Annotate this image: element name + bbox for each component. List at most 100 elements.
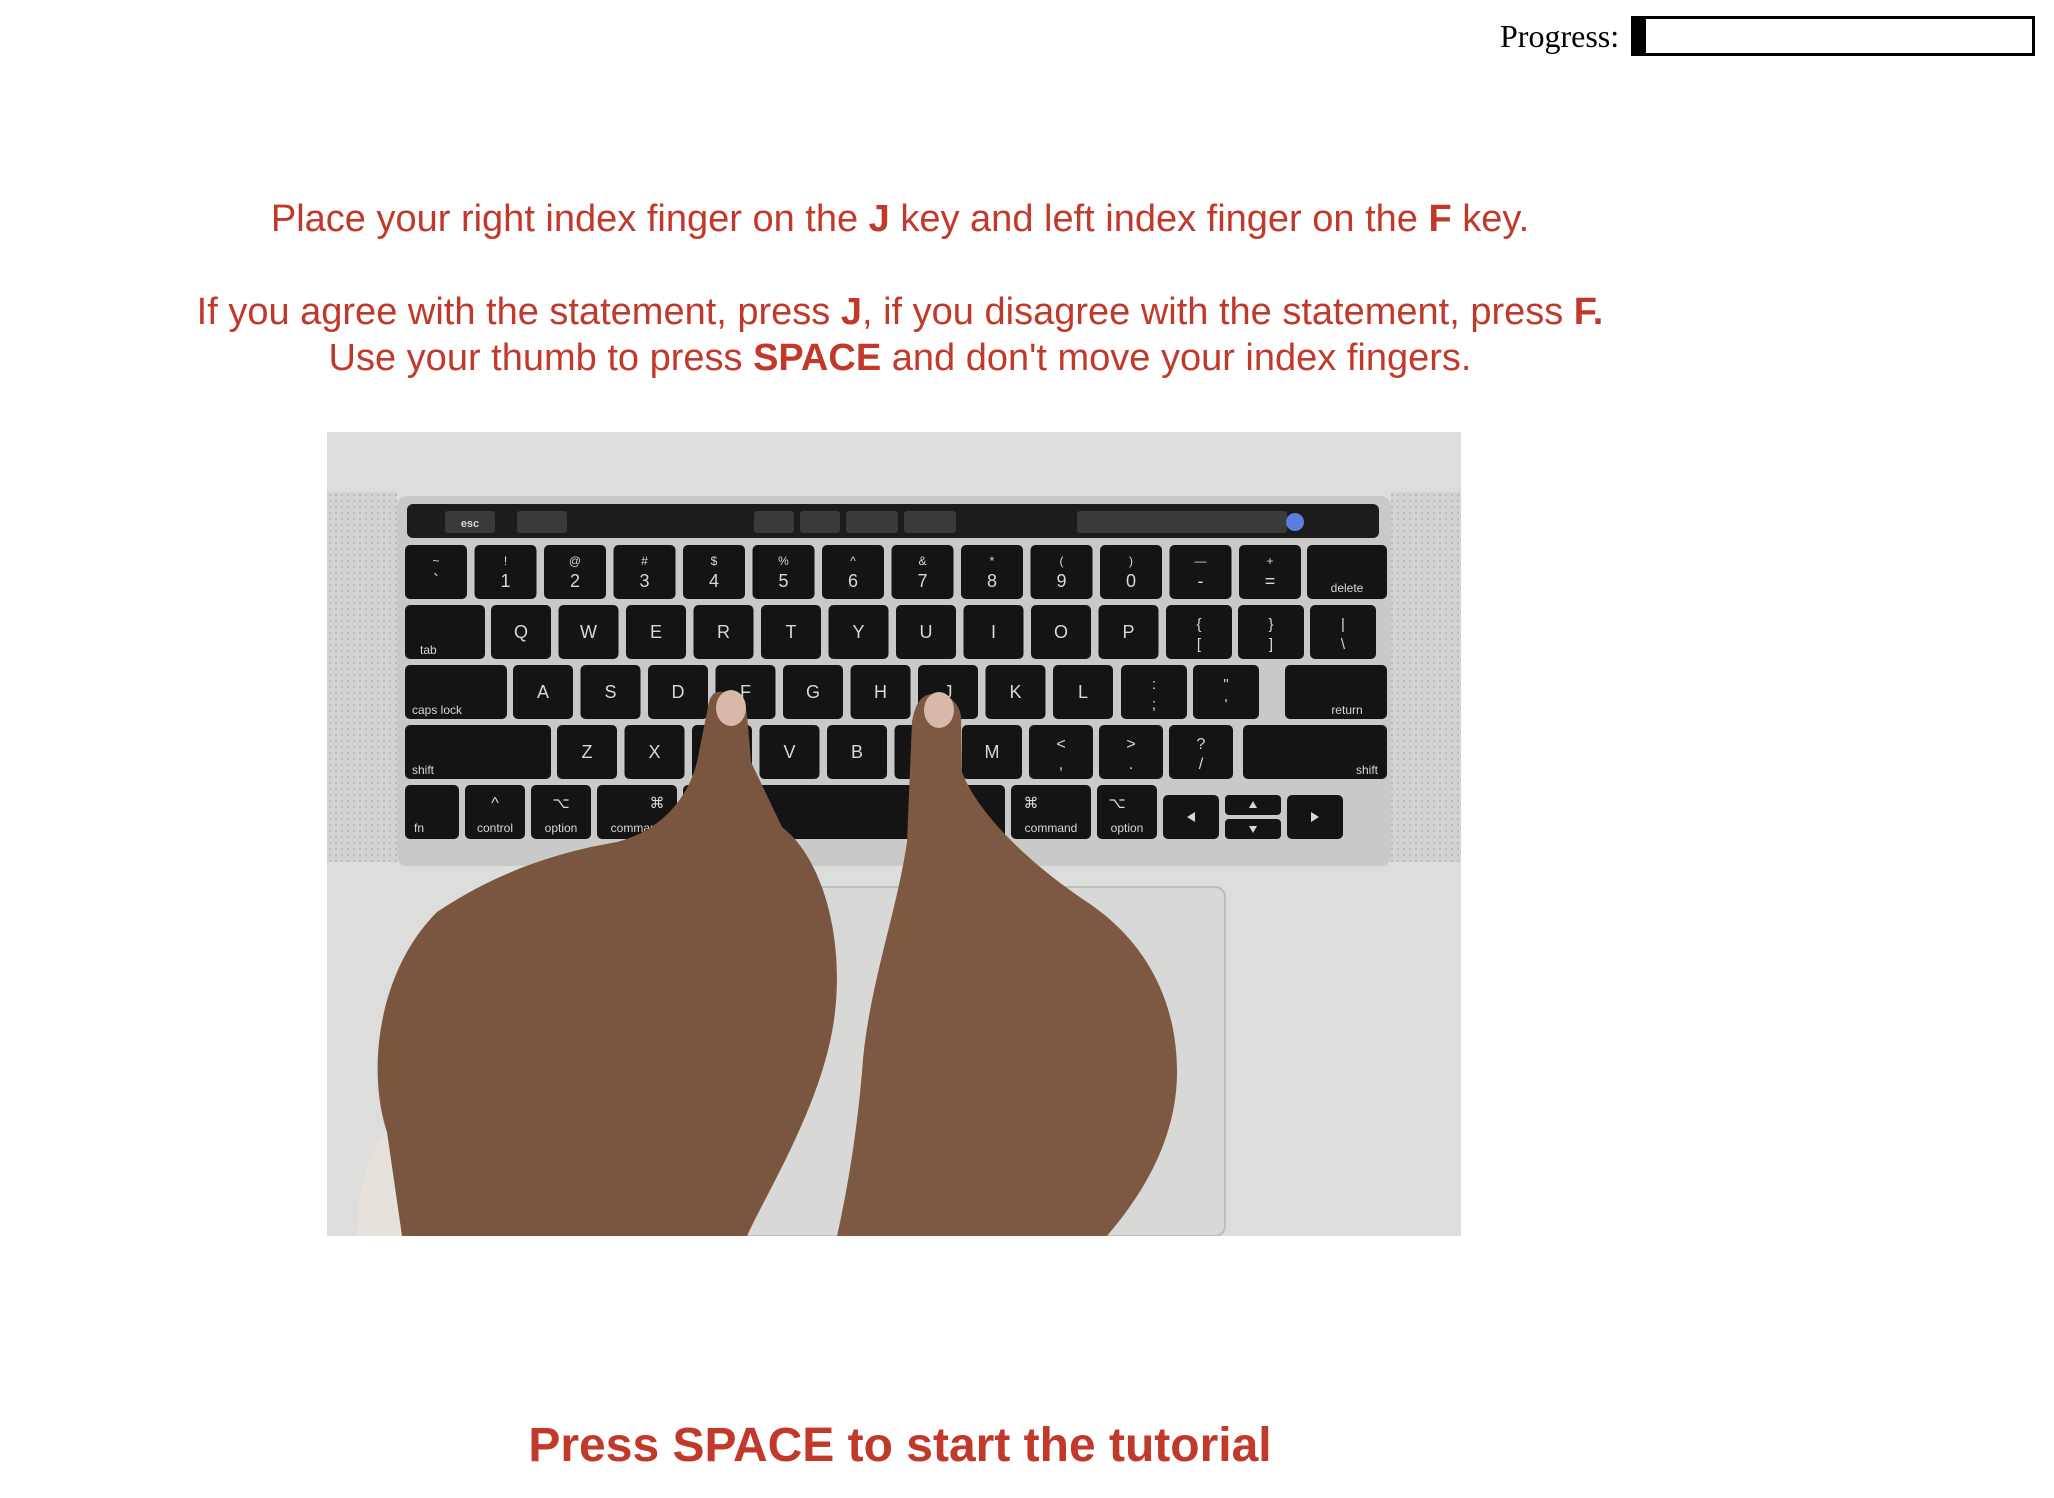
instruction-text: If you agree with the statement, press: [196, 291, 841, 333]
key-label: Z: [582, 742, 593, 762]
key-label: B: [851, 742, 863, 762]
progress-bar: [1631, 16, 2036, 56]
instruction-agree-disagree: If you agree with the statement, press J…: [0, 291, 1800, 334]
key-highlight-f: F.: [1573, 291, 1604, 333]
key-label: 3: [639, 571, 649, 591]
option-symbol: ⌥: [552, 795, 569, 812]
instruction-finger-placement: Place your right index finger on the J k…: [0, 198, 1800, 241]
key-label: P: [1122, 622, 1134, 642]
speaker-grill-left: [327, 492, 397, 862]
key-label: T: [786, 622, 797, 642]
instruction-text: and don't move your index fingers.: [881, 337, 1472, 379]
key-label: ,: [1059, 756, 1063, 773]
key-label: ': [1225, 696, 1228, 713]
key-shift-symbol: #: [641, 554, 648, 568]
key-shift-symbol: ~: [432, 554, 439, 568]
key-label: /: [1199, 756, 1204, 773]
key-label: V: [783, 742, 795, 762]
progress-label: Progress:: [1500, 17, 1620, 54]
rows-icon: [904, 511, 956, 533]
key-label: .: [1129, 756, 1133, 773]
shift-right-label: shift: [1356, 763, 1379, 777]
key-shift-symbol: *: [990, 554, 995, 568]
key-label: 6: [848, 571, 858, 591]
instruction-text: Use your thumb to press: [328, 337, 754, 379]
key-tab: [405, 605, 485, 659]
speaker-grill-right: [1391, 492, 1461, 862]
key-label: 4: [709, 571, 719, 591]
instruction-text: , if you disagree with the statement, pr…: [862, 291, 1574, 333]
tab-label: tab: [420, 643, 437, 657]
key-shift-symbol: ^: [850, 554, 856, 568]
progress-bar-fill: [1634, 19, 1647, 53]
key-shift-symbol: <: [1056, 736, 1065, 753]
key-label: H: [874, 682, 887, 702]
key-label: 7: [917, 571, 927, 591]
key-shift-symbol: >: [1126, 736, 1135, 753]
settings-icon: [517, 511, 567, 533]
key-label: S: [604, 682, 616, 702]
key-shift-symbol: $: [711, 554, 718, 568]
key-label: Y: [852, 622, 864, 642]
home-row: A S D F G H J K L:;"': [513, 665, 1259, 719]
key-label: U: [920, 622, 933, 642]
bottom-letter-row: ZXCVBNM<,>.?/: [557, 725, 1233, 779]
instruction-thumb-space: Use your thumb to press SPACE and don't …: [0, 337, 1800, 380]
key-label: -: [1198, 571, 1204, 591]
key-label: 5: [778, 571, 788, 591]
key-shift-symbol: &: [918, 554, 926, 568]
key-highlight-f: F: [1428, 198, 1452, 240]
key-shift-symbol: ?: [1197, 736, 1206, 753]
key-label: 2: [570, 571, 580, 591]
key-shift-symbol: :: [1152, 676, 1156, 693]
key-shift-symbol: |: [1341, 616, 1345, 633]
key-label: ;: [1152, 696, 1156, 713]
key-highlight-j: J: [868, 198, 890, 240]
command-right-label: command: [1025, 821, 1078, 835]
key-label: 9: [1056, 571, 1066, 591]
key-highlight-j: J: [840, 291, 862, 333]
return-label: return: [1331, 703, 1362, 717]
control-symbol: ^: [491, 795, 499, 812]
control-strip: [1077, 511, 1287, 533]
key-label: E: [650, 622, 662, 642]
key-label: X: [648, 742, 660, 762]
key-shift-symbol: }: [1268, 616, 1273, 633]
key-label: M: [985, 742, 1000, 762]
key-label: I: [991, 622, 996, 642]
option-left-label: option: [545, 821, 578, 835]
esc-label: esc: [461, 518, 479, 530]
key-label: L: [1078, 682, 1088, 702]
key-label: 1: [500, 571, 510, 591]
key-shift-symbol: !: [504, 554, 507, 568]
caps-lock-label: caps lock: [412, 703, 463, 717]
key-label: K: [1009, 682, 1021, 702]
key-label: ]: [1269, 636, 1273, 653]
key-label: R: [717, 622, 730, 642]
option-symbol: ⌥: [1108, 795, 1125, 812]
key-label: Q: [514, 622, 528, 642]
key-shift-symbol: %: [778, 554, 789, 568]
key-label: `: [433, 571, 439, 591]
command-symbol: ⌘: [1024, 795, 1039, 812]
start-tutorial-prompt: Press SPACE to start the tutorial: [528, 1419, 1272, 1472]
key-shift-symbol: ": [1223, 676, 1228, 693]
option-right-label: option: [1111, 821, 1144, 835]
key-label: =: [1265, 571, 1276, 591]
key-shift-symbol: (: [1060, 554, 1064, 568]
rotate-right-icon: [800, 511, 840, 533]
key-label: O: [1054, 622, 1068, 642]
left-fingernail: [716, 690, 746, 726]
key-shift-symbol: {: [1196, 616, 1201, 633]
command-symbol: ⌘: [650, 795, 665, 812]
delete-label: delete: [1331, 581, 1364, 595]
key-label: 8: [987, 571, 997, 591]
control-label: control: [477, 821, 513, 835]
keyboard-illustration: esc ~ `! 1 @2 #3 $4% 5 ^ 6 & 7 * 8 (9) 0 — - + = delete ta…: [327, 432, 1461, 1236]
right-fingernail: [924, 692, 954, 728]
key-shift-symbol: ): [1129, 554, 1133, 568]
key-highlight-space: SPACE: [753, 337, 882, 379]
shift-left-label: shift: [412, 763, 435, 777]
key-label: G: [806, 682, 820, 702]
key-shift-symbol: @: [569, 554, 581, 568]
